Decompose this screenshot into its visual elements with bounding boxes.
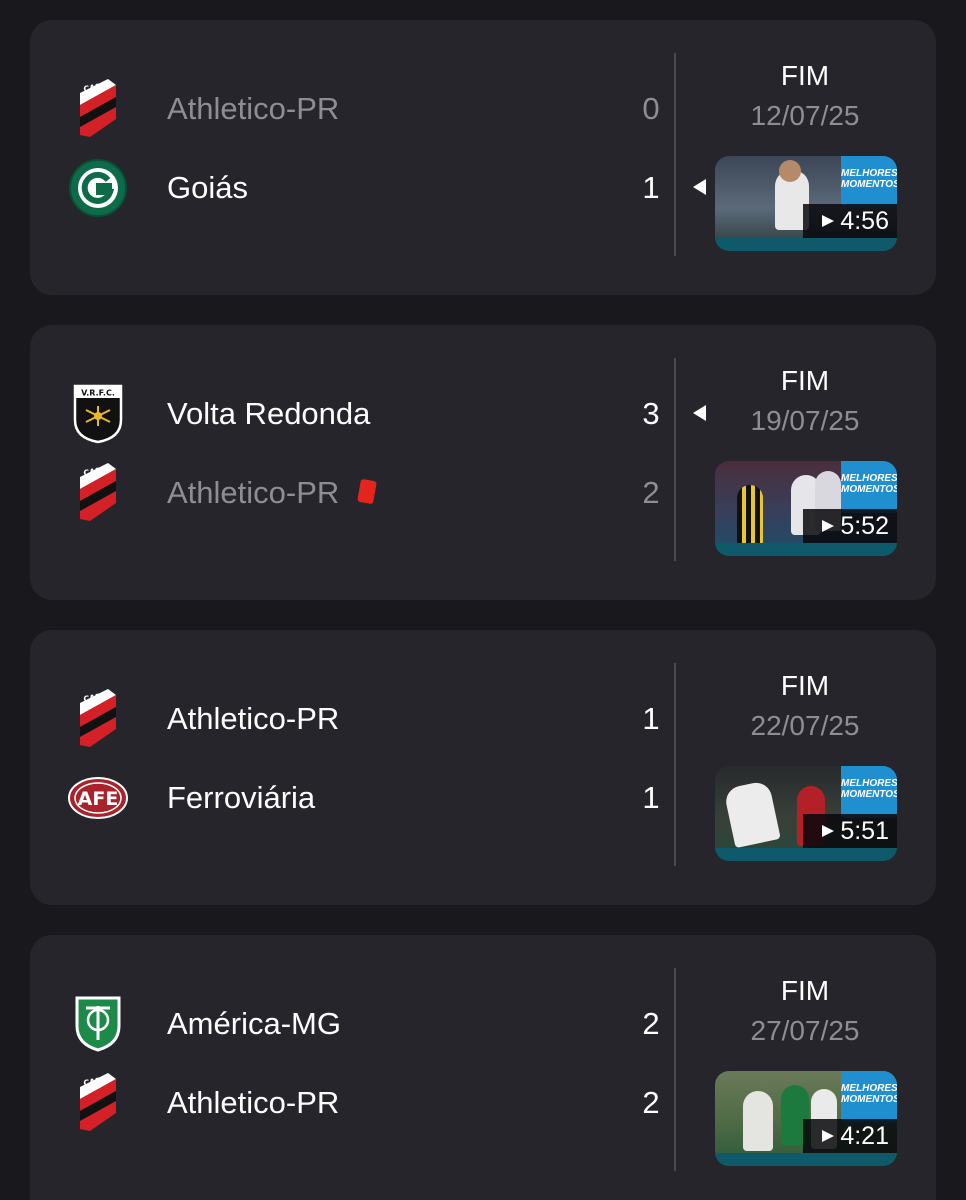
match-status: FIM xyxy=(780,670,830,701)
video-duration: 5:52 xyxy=(803,509,897,543)
video-duration: 5:51 xyxy=(803,814,897,848)
match-status: FIM xyxy=(780,60,830,91)
team-name: Ferroviária xyxy=(167,780,316,815)
team-name: Athletico-PR xyxy=(167,1085,340,1120)
athletico-pr-crest-icon: CAP xyxy=(66,78,130,140)
highlights-banner-icon: MELHORES MOMENTOS xyxy=(841,766,897,818)
match-date: 22/07/25 xyxy=(750,710,860,741)
team-name: Athletico-PR xyxy=(167,91,340,126)
away-team-row: AFE Ferroviária 1 xyxy=(66,767,666,829)
match-card[interactable]: V.R.F.C. Volta Redonda 3 CAP Athletico-P… xyxy=(30,325,936,600)
divider xyxy=(674,663,676,866)
divider xyxy=(674,53,676,256)
home-team-row: América-MG 2 xyxy=(66,993,666,1055)
highlights-video-thumbnail[interactable]: MELHORES MOMENTOS 5:51 xyxy=(715,766,897,861)
match-card[interactable]: América-MG 2 CAP Athletico-PR 2 FIM 27/0… xyxy=(30,935,936,1200)
duration-label: 4:21 xyxy=(840,1122,889,1150)
winner-indicator-icon xyxy=(693,179,706,195)
away-team-row: CAP Athletico-PR 2 xyxy=(66,1072,666,1134)
volta-redonda-crest-icon: V.R.F.C. xyxy=(66,383,130,445)
team-score: 2 xyxy=(642,1006,660,1041)
home-team-row: CAP Athletico-PR 1 xyxy=(66,688,666,750)
svg-text:V.R.F.C.: V.R.F.C. xyxy=(81,389,115,398)
video-duration: 4:56 xyxy=(803,204,897,238)
team-score: 1 xyxy=(642,701,660,736)
team-name: Athletico-PR xyxy=(167,701,340,736)
play-icon xyxy=(822,825,835,837)
team-name: Athletico-PR xyxy=(167,462,378,524)
team-name: América-MG xyxy=(167,1006,341,1041)
team-name: Goiás xyxy=(167,170,248,205)
match-status: FIM xyxy=(780,975,830,1006)
highlights-banner-icon: MELHORES MOMENTOS xyxy=(841,461,897,513)
duration-label: 5:52 xyxy=(840,512,889,540)
goias-crest-icon xyxy=(66,157,130,219)
match-date: 19/07/25 xyxy=(750,405,860,436)
match-list: CAP Athletico-PR 0 Goiás 1 FIM 12/07/25 xyxy=(0,0,966,1200)
away-team-row: Goiás 1 xyxy=(66,157,706,219)
play-icon xyxy=(822,1130,835,1142)
match-status: FIM xyxy=(780,365,830,396)
match-card[interactable]: CAP Athletico-PR 0 Goiás 1 FIM 12/07/25 xyxy=(30,20,936,295)
home-team-row: CAP Athletico-PR 0 xyxy=(66,78,666,140)
divider xyxy=(674,358,676,561)
play-icon xyxy=(822,520,835,532)
athletico-pr-crest-icon: CAP xyxy=(66,1072,130,1134)
team-score: 1 xyxy=(642,170,660,205)
svg-text:AFE: AFE xyxy=(78,788,119,810)
play-icon xyxy=(822,215,835,227)
divider xyxy=(674,968,676,1171)
video-duration: 4:21 xyxy=(803,1119,897,1153)
team-score: 2 xyxy=(642,475,660,510)
highlights-banner-icon: MELHORES MOMENTOS xyxy=(841,156,897,208)
team-score: 2 xyxy=(642,1085,660,1120)
team-name: Volta Redonda xyxy=(167,396,371,431)
team-name-label: Athletico-PR xyxy=(167,475,340,510)
athletico-pr-crest-icon: CAP xyxy=(66,688,130,750)
ferroviaria-crest-icon: AFE xyxy=(66,767,130,829)
duration-label: 4:56 xyxy=(840,207,889,235)
match-date: 12/07/25 xyxy=(750,100,860,131)
highlights-video-thumbnail[interactable]: MELHORES MOMENTOS 5:52 xyxy=(715,461,897,556)
highlights-video-thumbnail[interactable]: MELHORES MOMENTOS 4:56 xyxy=(715,156,897,251)
red-card-icon xyxy=(357,479,378,505)
duration-label: 5:51 xyxy=(840,817,889,845)
america-mg-crest-icon xyxy=(66,993,130,1055)
match-date: 27/07/25 xyxy=(750,1015,860,1046)
athletico-pr-crest-icon: CAP xyxy=(66,462,130,524)
away-team-row: CAP Athletico-PR 2 xyxy=(66,462,666,524)
home-team-row: V.R.F.C. Volta Redonda 3 xyxy=(66,383,706,445)
winner-indicator-icon xyxy=(693,405,706,421)
team-score: 0 xyxy=(642,91,660,126)
match-card[interactable]: CAP Athletico-PR 1 AFE Ferroviária 1 FIM… xyxy=(30,630,936,905)
highlights-video-thumbnail[interactable]: MELHORES MOMENTOS 4:21 xyxy=(715,1071,897,1166)
team-score: 3 xyxy=(642,396,660,431)
team-score: 1 xyxy=(642,780,660,815)
highlights-banner-icon: MELHORES MOMENTOS xyxy=(841,1071,897,1123)
